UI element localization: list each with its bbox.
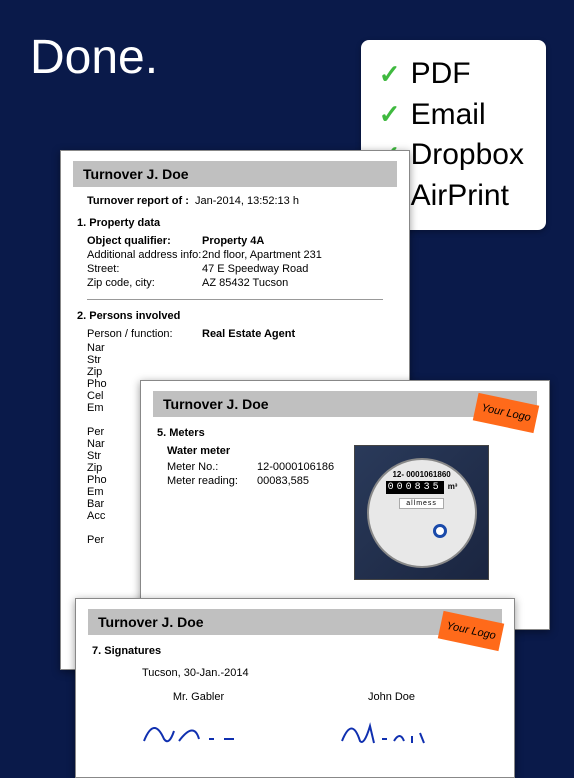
field-label: Additional address info: bbox=[87, 249, 202, 261]
check-icon: ✓ bbox=[379, 97, 401, 132]
signer-name: Mr. Gabler bbox=[124, 691, 274, 703]
meter-counter: 000835 bbox=[386, 481, 444, 494]
feature-item: ✓ PDF bbox=[379, 54, 524, 95]
meter-photo-serial: 12- 0001061860 bbox=[392, 470, 450, 479]
field-value: 47 E Speedway Road bbox=[202, 263, 308, 275]
signature-icon bbox=[139, 711, 259, 751]
field-value: 2nd floor, Apartment 231 bbox=[202, 249, 322, 261]
field-value: Real Estate Agent bbox=[202, 328, 295, 340]
feature-label: Email bbox=[411, 95, 486, 136]
field-value: Property 4A bbox=[202, 235, 264, 247]
field-label: Meter reading: bbox=[167, 475, 257, 487]
report-value: Jan-2014, 13:52:13 h bbox=[195, 195, 299, 207]
check-icon: ✓ bbox=[379, 57, 401, 92]
field-label: Meter No.: bbox=[167, 461, 257, 473]
headline-text: Done. bbox=[30, 30, 158, 85]
signature-block: John Doe bbox=[317, 691, 467, 754]
feature-label: AirPrint bbox=[411, 176, 509, 217]
report-label: Turnover report of : bbox=[87, 195, 189, 207]
field-label: Object qualifier: bbox=[87, 235, 202, 247]
signature-icon bbox=[332, 711, 452, 751]
meter-brand: allmess bbox=[399, 498, 444, 509]
signer-name: John Doe bbox=[317, 691, 467, 703]
meter-name: Water meter bbox=[167, 445, 334, 457]
doc-title: Turnover J. Doe bbox=[73, 161, 397, 187]
document-page-signatures: Your Logo Turnover J. Doe 7. Signatures … bbox=[75, 598, 515, 778]
feature-item: ✓ Email bbox=[379, 95, 524, 136]
feature-label: PDF bbox=[411, 54, 471, 95]
field-value: 12-0000106186 bbox=[257, 461, 334, 473]
section-heading: 7. Signatures bbox=[92, 645, 488, 657]
document-page-meters: Your Logo Turnover J. Doe 5. Meters Wate… bbox=[140, 380, 550, 630]
field-value: 00083,585 bbox=[257, 475, 309, 487]
section-heading: 2. Persons involved bbox=[77, 310, 383, 322]
signature-block: Mr. Gabler bbox=[124, 691, 274, 754]
field-label: Street: bbox=[87, 263, 202, 275]
field-label: Zip code, city: bbox=[87, 277, 202, 289]
field-value: AZ 85432 Tucson bbox=[202, 277, 288, 289]
truncated-text: Nar bbox=[87, 342, 383, 354]
signature-place-date: Tucson, 30-Jan.-2014 bbox=[142, 667, 488, 679]
section-heading: 5. Meters bbox=[157, 427, 523, 439]
section-heading: 1. Property data bbox=[77, 217, 383, 229]
field-label: Person / function: bbox=[87, 328, 202, 340]
meter-photo: 12- 0001061860 000835 m³ allmess bbox=[354, 445, 489, 580]
feature-label: Dropbox bbox=[411, 135, 524, 176]
meter-face: 12- 0001061860 000835 m³ allmess bbox=[367, 458, 477, 568]
meter-dial-icon bbox=[433, 524, 447, 538]
meter-unit: m³ bbox=[448, 482, 458, 491]
truncated-text: Zip bbox=[87, 366, 383, 378]
truncated-text: Str bbox=[87, 354, 383, 366]
